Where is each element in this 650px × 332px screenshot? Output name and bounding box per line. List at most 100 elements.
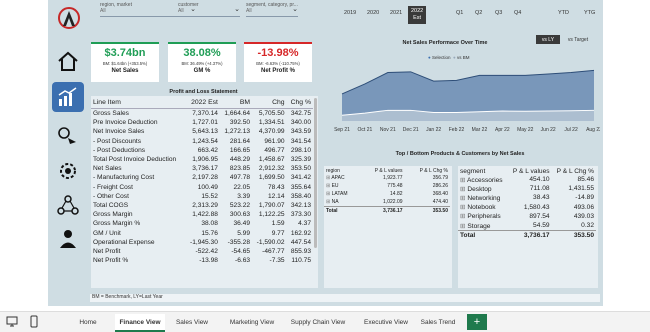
segment-value-cell: 0.32 (581, 222, 594, 230)
segment-name-cell: ⊞ Notebook (458, 203, 508, 212)
add-page-button[interactable]: + (467, 314, 487, 330)
pl-row: Total Post Invoice Deduction 1,906.95 448.… (91, 155, 313, 164)
segment-table-panel[interactable]: segment P & L values P & L Chg % ⊞ Accesso… (458, 166, 598, 288)
pl-cell: Operational Expense (93, 238, 155, 246)
quarter-q3-button[interactable]: Q3 (495, 10, 502, 16)
toggle-vs-ly-button[interactable]: vs LY (536, 35, 560, 44)
page-tab-supply-chain-view[interactable]: Supply Chain View (286, 314, 350, 330)
segment-row[interactable]: ⊞ Desktop 711.08 1,431.55 (458, 184, 596, 193)
pl-header-cell[interactable]: Line Item (91, 96, 186, 109)
pl-cell: - Post Deductions (93, 146, 146, 154)
segment-header-cell[interactable]: P & L values (508, 168, 552, 175)
page-tab-marketing-view[interactable]: Marketing View (222, 314, 282, 330)
nav-finance-button[interactable] (52, 82, 84, 112)
pl-cell: 448.29 (229, 156, 251, 164)
region-total-cell: Total (324, 206, 360, 215)
filter-customer-value[interactable]: All (178, 5, 240, 17)
pl-cell: 1,727.01 (192, 119, 218, 127)
region-row[interactable]: ⊞ NA 1,022.09 474.40 (324, 198, 450, 207)
segment-value-cell: 439.03 (573, 212, 594, 220)
year-2020-button[interactable]: 2020 (367, 10, 379, 16)
filter-segment-value[interactable]: All (246, 5, 298, 17)
segment-label: Storage (467, 222, 491, 230)
pl-cell: - Other Cost (93, 192, 129, 200)
pl-cell: - Freight Cost (93, 183, 133, 191)
pl-cell: 12.14 (268, 192, 285, 200)
nav-supply-chain-button[interactable] (52, 190, 84, 220)
segment-header-cell[interactable]: P & L Chg % (552, 168, 596, 175)
pl-header-cell[interactable]: 2022 Est (185, 96, 220, 109)
filter-customer[interactable]: customer All (178, 2, 240, 17)
region-table: region P & L values P & L Chg % ⊞ APAC 1,92… (324, 168, 450, 215)
region-value-cell: 775.48 (387, 183, 403, 189)
quarter-q2-button[interactable]: Q2 (475, 10, 482, 16)
page-tab-executive-view[interactable]: Executive View (360, 314, 412, 330)
footnote: BM = Benchmark, LY=Last Year (90, 294, 600, 302)
segment-row[interactable]: ⊞ Storage 54.59 0.32 (458, 221, 596, 231)
pl-cell: 663.42 (197, 146, 218, 154)
segment-header-cell[interactable]: segment (458, 168, 508, 175)
trend-chart: Sep 21 Oct 21 Nov 21 Dec 21 Jan 22 Feb 22 Mar … (334, 69, 600, 133)
pl-cell: 298.10 (290, 146, 311, 154)
pl-cell: 15.52 (201, 192, 218, 200)
segment-row[interactable]: ⊞ Accessories 454.10 85.46 (458, 175, 596, 184)
pl-row: - Freight Cost 100.49 22.05 78.43 355.64 (91, 183, 313, 192)
segment-row[interactable]: ⊞ Networking 38.43 -14.89 (458, 193, 596, 202)
region-row[interactable]: ⊞ APAC 1,923.77 356.79 (324, 174, 450, 182)
filter-segment[interactable]: segment, category, pr... All (246, 2, 298, 17)
pl-header-cell[interactable]: Chg % (286, 96, 313, 109)
pl-cell: 1,334.51 (258, 119, 285, 127)
page-tab-home[interactable]: Home (75, 314, 101, 330)
pl-cell: - Post Discounts (93, 137, 142, 145)
nav-executive-button[interactable] (52, 224, 84, 254)
pl-cell: 300.63 (229, 211, 251, 219)
year-2021-button[interactable]: 2021 (390, 10, 402, 16)
page-tab-sales-view[interactable]: Sales View (170, 314, 214, 330)
ytd-button[interactable]: YTD (558, 10, 569, 16)
pl-row: Gross Sales 7,370.14 1,664.64 5,705.50 342.7… (91, 109, 313, 119)
pl-row: Net Profit % -13.98 -6.63 -7.35 110.75 (91, 256, 313, 265)
segment-table: segment P & L values P & L Chg % ⊞ Accesso… (458, 168, 596, 241)
pl-row: Total COGS 2,313.29 523.22 1,790.07 342.13 (91, 201, 313, 210)
mobile-view-icon[interactable] (30, 315, 38, 328)
pl-header-cell[interactable]: Chg (252, 96, 287, 109)
page-tab-sales-trend[interactable]: Sales Trend (416, 314, 460, 330)
expand-icon[interactable]: ⊞ (460, 177, 467, 184)
nav-marketing-button[interactable] (52, 156, 84, 186)
segment-label: Networking (467, 194, 501, 202)
nav-sales-button[interactable] (52, 120, 84, 150)
segment-label: Desktop (467, 185, 492, 193)
x-tick-label: Feb 22 (449, 127, 465, 133)
pl-row: - Post Discounts 1,243.54 281.64 961.90 341.… (91, 137, 313, 146)
segment-row[interactable]: ⊞ Notebook 1,580.43 493.06 (458, 203, 596, 212)
pl-cell: 5,643.13 (192, 128, 218, 136)
pl-scrollbar[interactable] (314, 98, 317, 248)
region-row[interactable]: ⊞ EU 775.48 286.26 (324, 182, 450, 190)
region-label: LATAM (331, 191, 348, 197)
pl-cell: 2,912.32 (258, 165, 285, 173)
segment-row[interactable]: ⊞ Peripherals 897.54 439.03 (458, 212, 596, 221)
toggle-vs-target-button[interactable]: vs Target (562, 35, 594, 44)
year-2019-button[interactable]: 2019 (344, 10, 356, 16)
pl-cell: 2,313.29 (192, 201, 218, 209)
region-table-panel[interactable]: region P & L values P & L Chg % ⊞ APAC 1,92… (324, 166, 452, 288)
pl-cell: Gross Margin (93, 211, 133, 219)
x-tick-label: Dec 21 (403, 127, 419, 133)
quarter-q4-button[interactable]: Q4 (514, 10, 521, 16)
page-tab-finance-view[interactable]: Finance View (115, 314, 165, 332)
desktop-view-icon[interactable] (6, 316, 18, 327)
nav-home-button[interactable] (52, 46, 84, 76)
pl-header-cell[interactable]: BM (219, 96, 253, 109)
region-row[interactable]: ⊞ LATAM 14.82 368.40 (324, 190, 450, 198)
region-total-row: Total 3,736.17 353.50 (324, 206, 450, 215)
pl-table-panel[interactable]: Line Item 2022 Est BM Chg Chg % Gross Sales 7… (91, 96, 318, 288)
pl-cell: 1,272.13 (224, 128, 251, 136)
pl-row: Net Profit -522.42 -54.65 -467.77 855.93 (91, 247, 313, 256)
quarter-q1-button[interactable]: Q1 (456, 10, 463, 16)
pl-cell: Net Profit % (93, 257, 129, 265)
year-2022-est-button[interactable]: 2022 Est (408, 6, 427, 24)
ytg-button[interactable]: YTG (584, 10, 595, 16)
x-tick-label: Nov 21 (380, 127, 396, 133)
segment-name-cell: ⊞ Peripherals (458, 212, 508, 221)
home-icon (58, 51, 78, 71)
